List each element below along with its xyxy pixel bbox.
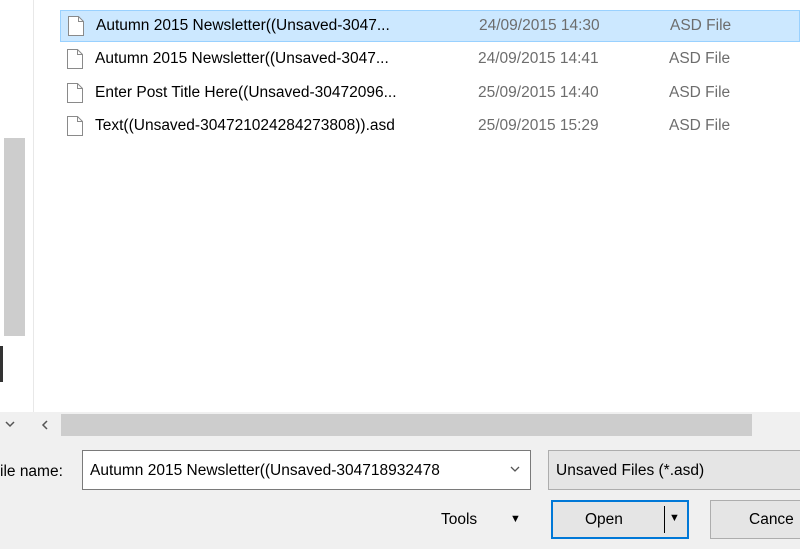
open-button[interactable]: Open ▼ <box>551 500 689 539</box>
chevron-down-icon[interactable] <box>509 462 521 479</box>
file-row[interactable]: Autumn 2015 Newsletter((Unsaved-3047... 2… <box>60 43 800 75</box>
document-icon <box>66 82 84 104</box>
horizontal-scroll-thumb[interactable] <box>61 414 752 436</box>
tools-menu-button[interactable]: Tools <box>441 511 477 529</box>
file-name: Autumn 2015 Newsletter((Unsaved-3047... <box>96 17 390 34</box>
document-icon <box>66 115 84 137</box>
chevron-down-icon[interactable] <box>4 415 18 433</box>
document-icon <box>67 15 85 37</box>
file-type: ASD File <box>669 50 731 67</box>
file-type: ASD File <box>669 84 731 101</box>
file-type: ASD File <box>670 17 732 34</box>
cancel-button[interactable]: Cance <box>710 500 800 539</box>
split-divider <box>664 506 665 533</box>
filetype-select[interactable]: Unsaved Files (*.asd) <box>548 450 800 490</box>
file-row[interactable]: Text((Unsaved-304721024284273808)).asd 25… <box>60 110 800 142</box>
dropdown-arrow-icon[interactable]: ▼ <box>669 512 680 524</box>
file-name: Text((Unsaved-304721024284273808)).asd <box>95 117 395 134</box>
file-date-modified: 24/09/2015 14:30 <box>479 17 600 34</box>
nav-pane-vertical-scrollbar[interactable] <box>0 0 27 412</box>
file-date-modified: 25/09/2015 14:40 <box>478 84 599 101</box>
file-type: ASD File <box>669 117 731 134</box>
nav-tree-item-edge <box>0 346 3 382</box>
file-name: Enter Post Title Here((Unsaved-30472096.… <box>95 84 397 101</box>
file-row[interactable]: Enter Post Title Here((Unsaved-30472096.… <box>60 77 800 109</box>
filetype-value: Unsaved Files (*.asd) <box>556 462 705 479</box>
file-row[interactable]: Autumn 2015 Newsletter((Unsaved-3047... 2… <box>60 10 800 42</box>
horizontal-scrollbar-row <box>0 412 800 438</box>
cancel-button-label: Cance <box>749 511 794 528</box>
document-icon <box>66 48 84 70</box>
pane-divider[interactable] <box>33 0 34 412</box>
file-list-pane: Autumn 2015 Newsletter((Unsaved-3047... 2… <box>0 0 800 412</box>
nav-pane-scroll-thumb[interactable] <box>4 138 25 336</box>
file-date-modified: 24/09/2015 14:41 <box>478 50 599 67</box>
filename-label: ile name: <box>0 463 63 480</box>
chevron-left-icon[interactable] <box>38 415 56 435</box>
filename-value[interactable]: Autumn 2015 Newsletter((Unsaved-30471893… <box>90 462 502 480</box>
file-date-modified: 25/09/2015 15:29 <box>478 117 599 134</box>
open-button-label: Open <box>585 511 623 528</box>
file-name: Autumn 2015 Newsletter((Unsaved-3047... <box>95 50 389 67</box>
filename-input[interactable]: Autumn 2015 Newsletter((Unsaved-30471893… <box>82 450 531 490</box>
dropdown-arrow-icon[interactable]: ▼ <box>510 513 521 525</box>
